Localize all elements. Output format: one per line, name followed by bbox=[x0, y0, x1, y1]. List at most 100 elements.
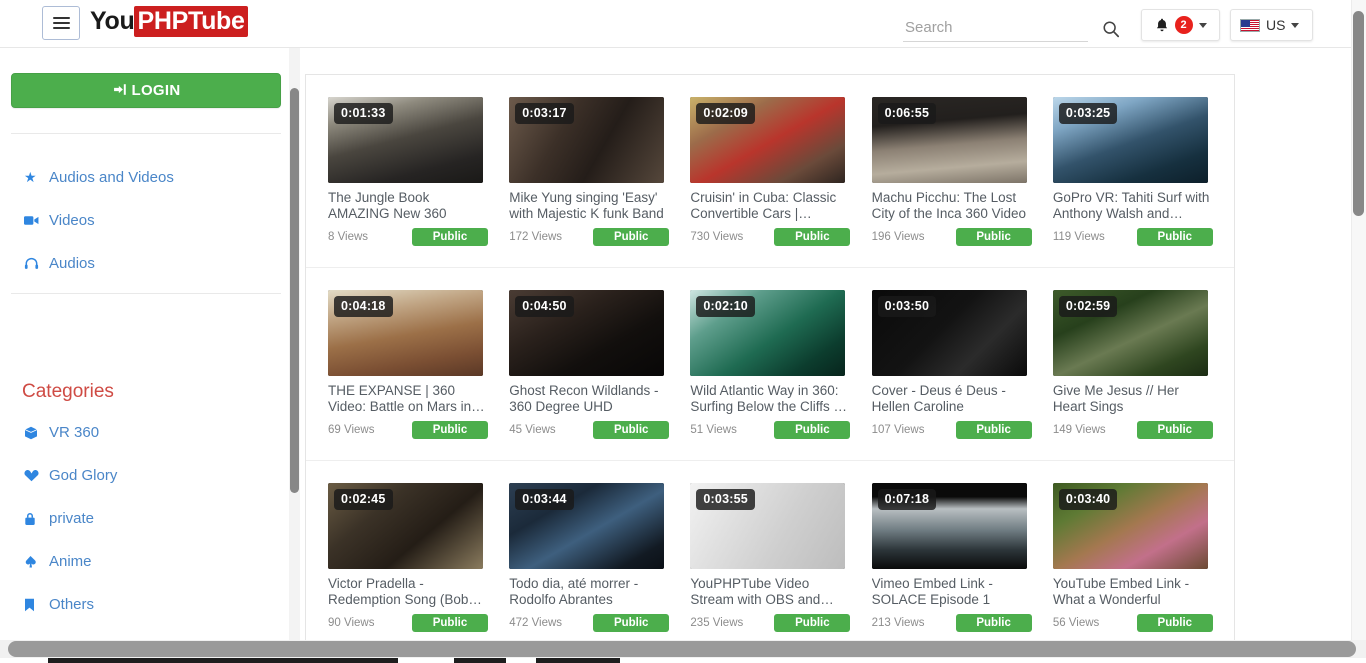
video-title[interactable]: Cruisin' in Cuba: Classic Convertible Ca… bbox=[690, 190, 850, 222]
language-dropdown[interactable]: US bbox=[1230, 9, 1313, 41]
video-card[interactable]: 0:02:09 Cruisin' in Cuba: Classic Convert… bbox=[690, 97, 871, 246]
login-button[interactable]: LOGIN bbox=[11, 73, 281, 108]
page-vertical-scrollbar-track[interactable] bbox=[1351, 0, 1366, 645]
video-duration-badge: 0:02:09 bbox=[696, 103, 755, 124]
site-logo[interactable]: You PHPTube bbox=[90, 6, 248, 37]
star-icon: ★ bbox=[24, 169, 37, 185]
video-thumbnail[interactable]: 0:03:25 bbox=[1052, 97, 1208, 183]
video-title[interactable]: Cover - Deus é Deus - Hellen Caroline bbox=[872, 383, 1032, 415]
video-card[interactable]: 0:02:45 Victor Pradella - Redemption Song… bbox=[328, 483, 509, 632]
video-thumbnail[interactable]: 0:03:50 bbox=[871, 290, 1027, 376]
chevron-down-icon bbox=[1291, 22, 1300, 28]
video-thumbnail[interactable]: 0:02:10 bbox=[690, 290, 846, 376]
video-card[interactable]: 0:06:55 Machu Picchu: The Lost City of th… bbox=[871, 97, 1053, 246]
login-label: LOGIN bbox=[131, 82, 181, 99]
video-title[interactable]: YouTube Embed Link - What a Wonderful Wo… bbox=[1053, 576, 1213, 608]
video-thumbnail[interactable]: 0:02:59 bbox=[1052, 290, 1208, 376]
sidebar-item-god-glory[interactable]: God Glory bbox=[24, 467, 117, 484]
cube-icon bbox=[24, 426, 41, 440]
page-vertical-scrollbar-thumb[interactable] bbox=[1353, 11, 1364, 216]
video-thumbnail[interactable]: 0:03:40 bbox=[1052, 483, 1208, 569]
video-duration-badge: 0:07:18 bbox=[877, 489, 937, 510]
video-meta: 56 Views Public bbox=[1053, 614, 1213, 632]
sidebar-item-vr-360[interactable]: VR 360 bbox=[24, 424, 99, 441]
video-card[interactable]: 0:04:50 Ghost Recon Wildlands - 360 Degre… bbox=[509, 290, 690, 439]
video-thumbnail[interactable]: 0:02:09 bbox=[690, 97, 846, 183]
video-card[interactable]: 0:03:55 YouPHPTube Video Stream with OBS … bbox=[690, 483, 871, 632]
video-card[interactable]: 0:03:50 Cover - Deus é Deus - Hellen Caro… bbox=[871, 290, 1053, 439]
window-bottom-strip bbox=[0, 658, 1366, 663]
sidebar-item-audios[interactable]: Audios bbox=[24, 255, 95, 272]
video-visibility-badge: Public bbox=[1136, 421, 1213, 439]
video-title[interactable]: Vimeo Embed Link - SOLACE Episode 1 bbox=[872, 576, 1032, 608]
video-card[interactable]: 0:03:44 Todo dia, até morrer - Rodolfo Ab… bbox=[509, 483, 690, 632]
video-title[interactable]: THE EXPANSE | 360 Video: Battle on Mars … bbox=[328, 383, 488, 415]
video-card[interactable]: 0:02:10 Wild Atlantic Way in 360: Surfing… bbox=[690, 290, 871, 439]
sidebar-item-videos[interactable]: Videos bbox=[24, 212, 95, 229]
video-visibility-badge: Public bbox=[774, 228, 851, 246]
video-card[interactable]: 0:07:18 Vimeo Embed Link - SOLACE Episode… bbox=[871, 483, 1053, 632]
video-visibility-badge: Public bbox=[1136, 228, 1213, 246]
video-title[interactable]: Give Me Jesus // Her Heart Sings bbox=[1053, 383, 1213, 415]
sidebar-item-others[interactable]: Others bbox=[24, 596, 94, 613]
search-icon bbox=[1103, 20, 1120, 37]
video-thumbnail[interactable]: 0:02:45 bbox=[328, 483, 483, 569]
video-thumbnail[interactable]: 0:06:55 bbox=[871, 97, 1027, 183]
top-navbar: YouPHPTube 2 US bbox=[0, 0, 1366, 48]
spade-icon bbox=[24, 555, 41, 569]
video-title[interactable]: Ghost Recon Wildlands - 360 Degree UHD bbox=[509, 383, 669, 415]
video-card[interactable]: 0:01:33 The Jungle Book AMAZING New 360 V… bbox=[328, 97, 509, 246]
video-duration-badge: 0:06:55 bbox=[877, 103, 937, 124]
video-view-count: 235 Views bbox=[690, 617, 744, 629]
video-title[interactable]: Victor Pradella - Redemption Song (Bob… bbox=[328, 576, 488, 608]
sidebar-item-anime[interactable]: Anime bbox=[24, 553, 92, 570]
video-duration-badge: 0:02:45 bbox=[334, 489, 393, 510]
hamburger-icon bbox=[52, 14, 70, 32]
sidebar-scrollbar-thumb[interactable] bbox=[290, 88, 299, 493]
video-title[interactable]: YouPHPTube Video Stream with OBS and… bbox=[690, 576, 850, 608]
video-title[interactable]: Todo dia, até morrer - Rodolfo Abrantes bbox=[509, 576, 669, 608]
video-thumbnail[interactable]: 0:07:18 bbox=[871, 483, 1027, 569]
video-thumbnail[interactable]: 0:01:33 bbox=[328, 97, 483, 183]
video-title[interactable]: The Jungle Book AMAZING New 360 Vide… bbox=[328, 190, 488, 222]
notifications-dropdown[interactable]: 2 bbox=[1141, 9, 1220, 41]
bell-icon bbox=[1156, 18, 1167, 31]
video-card[interactable]: 0:03:17 Mike Yung singing 'Easy' with Maj… bbox=[509, 97, 690, 246]
video-thumbnail[interactable]: 0:04:18 bbox=[328, 290, 483, 376]
sign-in-icon bbox=[113, 84, 126, 95]
search-input[interactable] bbox=[903, 14, 1088, 42]
video-card[interactable]: 0:04:18 THE EXPANSE | 360 Video: Battle o… bbox=[328, 290, 509, 439]
video-duration-badge: 0:03:55 bbox=[696, 489, 755, 510]
video-meta: 107 Views Public bbox=[872, 421, 1032, 439]
video-thumbnail[interactable]: 0:03:55 bbox=[690, 483, 846, 569]
video-thumbnail[interactable]: 0:04:50 bbox=[509, 290, 665, 376]
sidebar-item-private[interactable]: private bbox=[24, 510, 94, 527]
video-meta: 51 Views Public bbox=[690, 421, 851, 439]
video-view-count: 730 Views bbox=[690, 231, 744, 243]
video-title[interactable]: GoPro VR: Tahiti Surf with Anthony Walsh… bbox=[1053, 190, 1213, 222]
page-horizontal-scrollbar-thumb[interactable] bbox=[8, 641, 1356, 657]
sidebar-item-label: Audios and Videos bbox=[49, 169, 174, 186]
search-submit-button[interactable] bbox=[1097, 17, 1125, 43]
sidebar-item-audios-and-videos[interactable]: ★ Audios and Videos bbox=[24, 169, 174, 186]
video-title[interactable]: Mike Yung singing 'Easy' with Majestic K… bbox=[509, 190, 669, 222]
video-thumbnail[interactable]: 0:03:44 bbox=[509, 483, 665, 569]
heart-icon bbox=[24, 469, 41, 482]
video-duration-badge: 0:03:44 bbox=[515, 489, 574, 510]
bookmark-icon bbox=[24, 598, 41, 612]
video-title[interactable]: Wild Atlantic Way in 360: Surfing Below … bbox=[690, 383, 850, 415]
sidebar-divider-top bbox=[11, 133, 281, 134]
menu-toggle-button[interactable] bbox=[42, 6, 80, 40]
video-thumbnail[interactable]: 0:03:17 bbox=[509, 97, 665, 183]
video-card[interactable]: 0:02:59 Give Me Jesus // Her Heart Sings 1… bbox=[1052, 290, 1234, 439]
video-view-count: 119 Views bbox=[1052, 231, 1105, 243]
video-visibility-badge: Public bbox=[412, 614, 488, 632]
video-title[interactable]: Machu Picchu: The Lost City of the Inca … bbox=[872, 190, 1032, 222]
video-card[interactable]: 0:03:40 YouTube Embed Link - What a Wonde… bbox=[1052, 483, 1234, 632]
sidebar-divider-categories bbox=[11, 293, 281, 294]
video-card[interactable]: 0:03:25 GoPro VR: Tahiti Surf with Anthon… bbox=[1052, 97, 1234, 246]
lock-icon bbox=[24, 512, 41, 526]
video-meta: 90 Views Public bbox=[328, 614, 488, 632]
video-row: 0:01:33 The Jungle Book AMAZING New 360 V… bbox=[306, 75, 1234, 268]
brand-prefix: You bbox=[90, 7, 135, 35]
